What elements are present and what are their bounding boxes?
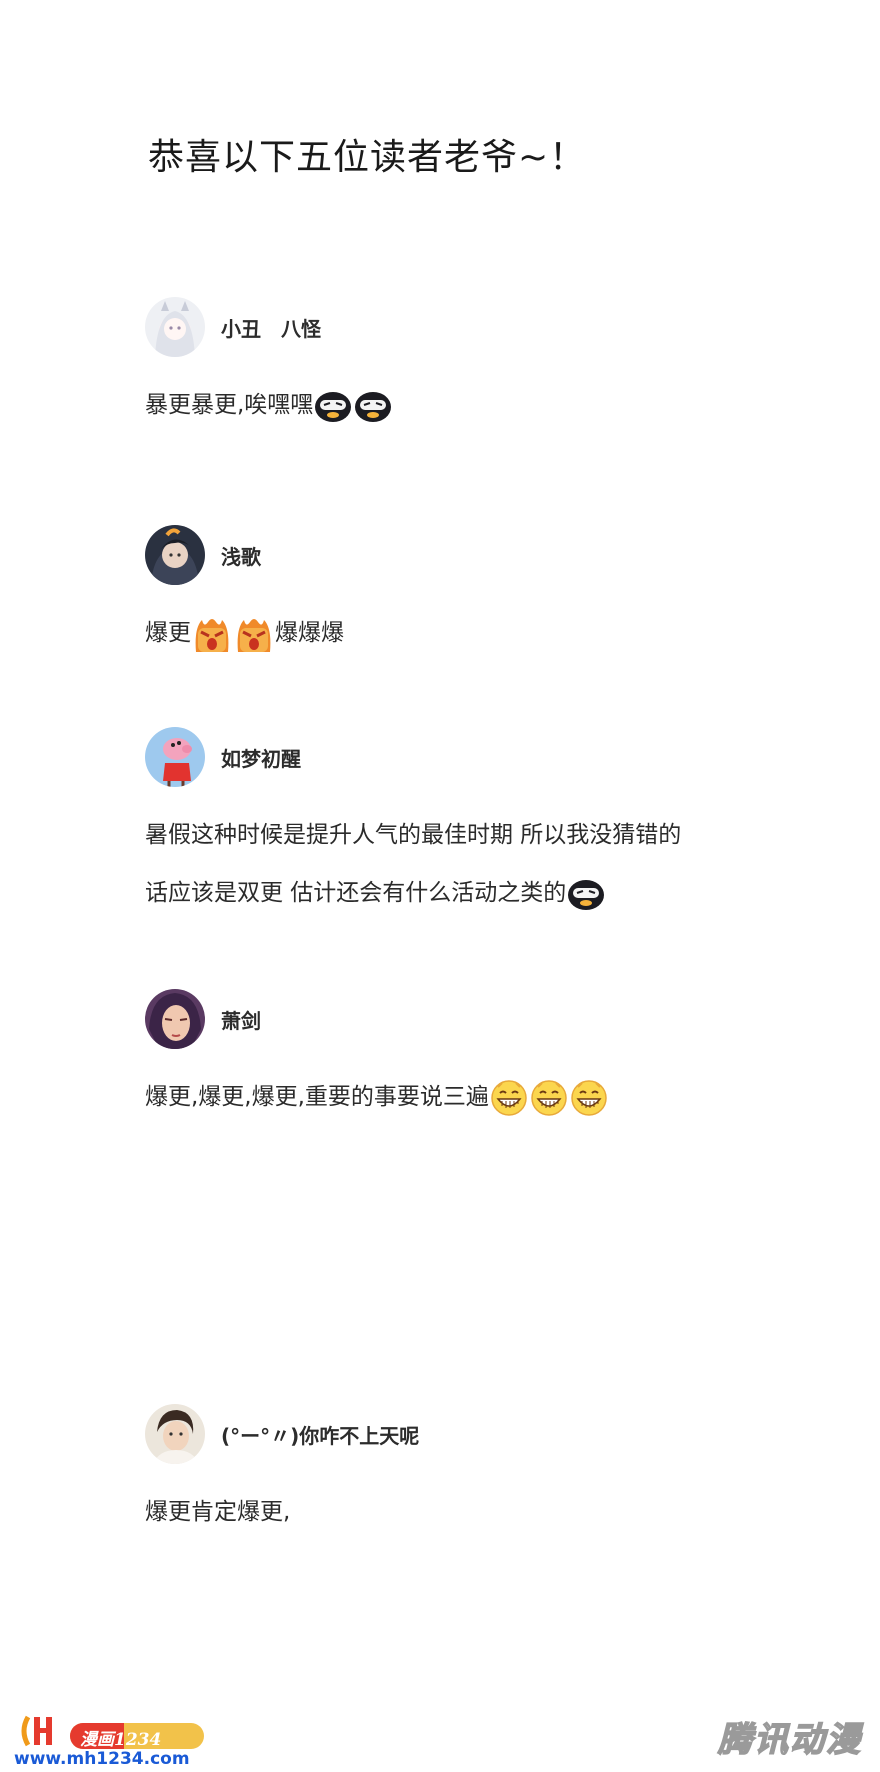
comment-item: (°ー°〃)你咋不上天呢 爆更肯定爆更, bbox=[145, 1403, 785, 1541]
comment-header: 如梦初醒 bbox=[145, 726, 785, 788]
comment-header: 萧剑 bbox=[145, 988, 785, 1050]
comment-item: 浅歌 爆更 爆爆爆 bbox=[145, 524, 785, 662]
comment-line-text: 话应该是双更 估计还会有什么活动之类的 bbox=[145, 880, 567, 906]
page-title: 恭喜以下五位读者老爷~！ bbox=[148, 137, 587, 178]
comment-body: 爆更,爆更,爆更,重要的事要说三遍 bbox=[145, 1084, 489, 1110]
ninja-face-emoji bbox=[314, 389, 352, 423]
comment-text: 爆更,爆更,爆更,重要的事要说三遍 bbox=[145, 1068, 785, 1126]
comment-body-before: 爆更 bbox=[145, 620, 191, 646]
username[interactable]: 浅歌 bbox=[221, 541, 261, 570]
comment-line: 暑假这种时候是提升人气的最佳时期 所以我没猜错的 bbox=[145, 822, 682, 848]
comment-body-after: 爆爆爆 bbox=[275, 620, 344, 646]
avatar[interactable] bbox=[145, 297, 205, 357]
username[interactable]: 如梦初醒 bbox=[221, 743, 301, 772]
comment-header: 小丑 八怪 bbox=[145, 296, 785, 358]
comment-body: 爆更肯定爆更, bbox=[145, 1499, 291, 1525]
ninja-face-emoji bbox=[567, 877, 605, 911]
angry-fire-emoji bbox=[192, 614, 232, 654]
grin-emoji bbox=[490, 1079, 528, 1117]
comment-line-2: 话应该是双更 估计还会有什么活动之类的 bbox=[145, 864, 785, 922]
avatar[interactable] bbox=[145, 727, 205, 787]
mh1234-logo-icon bbox=[18, 1713, 66, 1753]
avatar[interactable] bbox=[145, 1404, 205, 1464]
comment-header: (°ー°〃)你咋不上天呢 bbox=[145, 1403, 785, 1465]
site-branding: 漫画1234 www.mh1234.com bbox=[12, 1713, 212, 1769]
brand-badge-text: 漫画1234 bbox=[80, 1730, 162, 1749]
brand-url[interactable]: www.mh1234.com bbox=[14, 1749, 190, 1769]
comment-item: 萧剑 爆更,爆更,爆更,重要的事要说三遍 bbox=[145, 988, 785, 1126]
comment-header: 浅歌 bbox=[145, 524, 785, 586]
avatar[interactable] bbox=[145, 989, 205, 1049]
comment-item: 如梦初醒 暑假这种时候是提升人气的最佳时期 所以我没猜错的 话应该是双更 估计还… bbox=[145, 726, 785, 922]
comment-item: 小丑 八怪 暴更暴更,唉嘿嘿 bbox=[145, 296, 785, 434]
comment-text: 爆更肯定爆更, bbox=[145, 1483, 785, 1541]
brand-badge: 漫画1234 bbox=[70, 1723, 204, 1749]
watermark: 腾讯动漫 bbox=[717, 1719, 862, 1761]
grin-emoji bbox=[530, 1079, 568, 1117]
username[interactable]: (°ー°〃)你咋不上天呢 bbox=[221, 1420, 419, 1449]
grin-emoji bbox=[570, 1079, 608, 1117]
comment-text: 暑假这种时候是提升人气的最佳时期 所以我没猜错的 话应该是双更 估计还会有什么活… bbox=[145, 806, 785, 922]
comment-text: 暴更暴更,唉嘿嘿 bbox=[145, 376, 785, 434]
username[interactable]: 小丑 八怪 bbox=[221, 313, 321, 342]
ninja-face-emoji bbox=[354, 389, 392, 423]
username[interactable]: 萧剑 bbox=[221, 1005, 261, 1034]
angry-fire-emoji bbox=[234, 614, 274, 654]
avatar[interactable] bbox=[145, 525, 205, 585]
comment-text: 爆更 爆爆爆 bbox=[145, 604, 785, 662]
comment-body: 暴更暴更,唉嘿嘿 bbox=[145, 392, 314, 418]
